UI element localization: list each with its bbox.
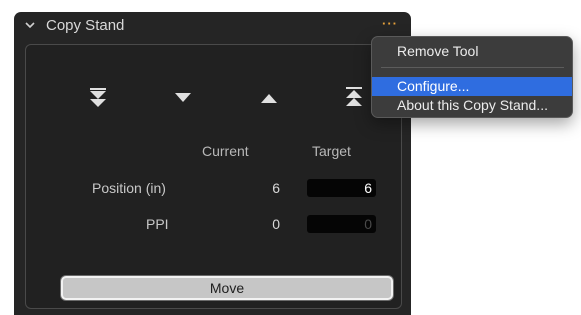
- move-button[interactable]: Move: [61, 276, 393, 300]
- chevron-down-icon[interactable]: [24, 19, 36, 31]
- position-label: Position (in): [92, 180, 166, 196]
- up-arrow-icon[interactable]: [261, 92, 277, 104]
- position-target-field[interactable]: 6: [307, 179, 376, 197]
- ppi-target-field[interactable]: 0: [307, 215, 376, 233]
- menu-item-remove-tool[interactable]: Remove Tool: [372, 42, 572, 61]
- ppi-current-value: 0: [272, 216, 280, 232]
- double-up-arrow-icon[interactable]: [346, 87, 362, 109]
- current-column-header: Current: [202, 143, 249, 159]
- tool-header[interactable]: Copy Stand ···: [14, 12, 411, 40]
- target-column-header: Target: [312, 143, 351, 159]
- menu-item-configure[interactable]: Configure...: [372, 77, 572, 96]
- more-options-icon[interactable]: ···: [382, 16, 398, 31]
- menu-separator: [381, 67, 564, 68]
- menu-item-about[interactable]: About this Copy Stand...: [372, 96, 572, 115]
- copy-stand-tool-panel: Copy Stand ··· Current Target Position (…: [14, 12, 411, 315]
- ppi-label: PPI: [146, 216, 169, 232]
- down-arrow-icon[interactable]: [175, 92, 191, 104]
- context-menu: Remove Tool Configure... About this Copy…: [371, 36, 573, 118]
- copy-stand-controls: Current Target Position (in) 6 6 PPI 0 0…: [25, 44, 402, 309]
- double-down-arrow-icon[interactable]: [90, 88, 106, 110]
- tool-title: Copy Stand: [46, 17, 125, 34]
- position-current-value: 6: [272, 180, 280, 196]
